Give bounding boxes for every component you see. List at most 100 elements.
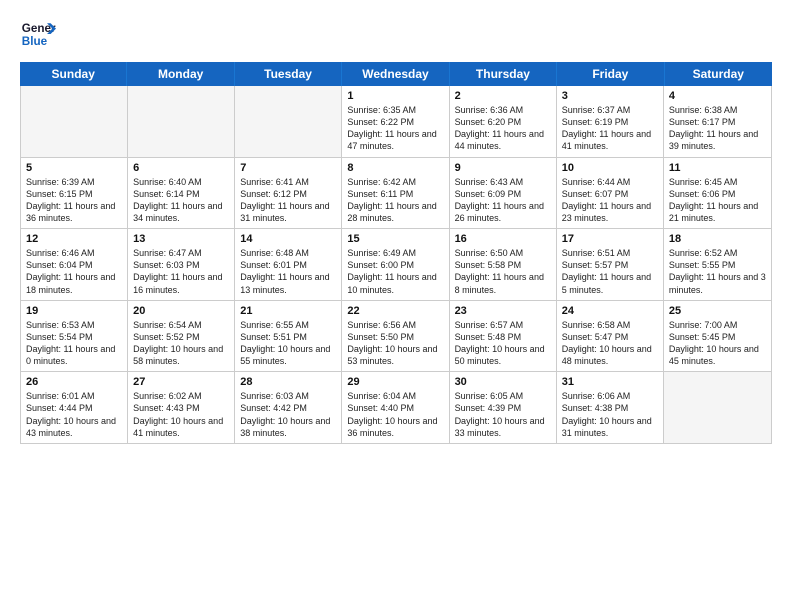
calendar-cell: 24Sunrise: 6:58 AM Sunset: 5:47 PM Dayli… [557, 301, 664, 372]
calendar-cell: 23 Sunrise: 6:57 AM Sunset: 5:48 PM Dayli… [450, 301, 557, 372]
calendar-header: SundayMondayTuesdayWednesdayThursdayFrid… [20, 62, 772, 86]
day-number: 18 [669, 233, 766, 245]
calendar-body: 1Sunrise: 6:35 AM Sunset: 6:22 PM Daylig… [20, 86, 772, 444]
day-number: 10 [562, 162, 658, 174]
page: General Blue SundayMondayTuesdayWednesda… [0, 0, 792, 612]
cell-daylight-text: Sunrise: 6:41 AM Sunset: 6:12 PM Dayligh… [240, 176, 336, 225]
cell-daylight-text: Sunrise: 6:57 AM Sunset: 5:48 PM Dayligh… [455, 319, 551, 368]
calendar-cell: 10 Sunrise: 6:44 AM Sunset: 6:07 PM Dayli… [557, 158, 664, 229]
calendar-cell: 7 Sunrise: 6:41 AM Sunset: 6:12 PM Daylig… [235, 158, 342, 229]
weekday-header: Wednesday [342, 62, 449, 86]
calendar-cell: 13 Sunrise: 6:47 AM Sunset: 6:03 PM Dayli… [128, 229, 235, 300]
cell-daylight-text: Sunrise: 6:37 AM Sunset: 6:19 PM Dayligh… [562, 104, 658, 153]
cell-daylight-text: Sunrise: 6:38 AM Sunset: 6:17 PM Dayligh… [669, 104, 766, 153]
cell-daylight-text: Sunrise: 6:53 AM Sunset: 5:54 PM Dayligh… [26, 319, 122, 368]
day-number: 13 [133, 233, 229, 245]
day-number: 5 [26, 162, 122, 174]
calendar-cell: 26Sunrise: 6:01 AM Sunset: 4:44 PM Dayli… [21, 372, 128, 443]
day-number: 3 [562, 90, 658, 102]
calendar-cell: 29 Sunrise: 6:04 AM Sunset: 4:40 PM Dayli… [342, 372, 449, 443]
calendar-cell [664, 372, 771, 443]
day-number: 19 [26, 305, 122, 317]
calendar: SundayMondayTuesdayWednesdayThursdayFrid… [20, 62, 772, 602]
calendar-cell: 2 Sunrise: 6:36 AM Sunset: 6:20 PM Daylig… [450, 86, 557, 157]
day-number: 25 [669, 305, 766, 317]
calendar-cell [128, 86, 235, 157]
weekday-header: Monday [127, 62, 234, 86]
cell-daylight-text: Sunrise: 6:04 AM Sunset: 4:40 PM Dayligh… [347, 390, 443, 439]
cell-daylight-text: Sunrise: 6:52 AM Sunset: 5:55 PM Dayligh… [669, 247, 766, 296]
day-number: 29 [347, 376, 443, 388]
calendar-cell: 15 Sunrise: 6:49 AM Sunset: 6:00 PM Dayli… [342, 229, 449, 300]
calendar-cell: 25 Sunrise: 7:00 AM Sunset: 5:45 PM Dayli… [664, 301, 771, 372]
calendar-cell [235, 86, 342, 157]
calendar-cell: 12 Sunrise: 6:46 AM Sunset: 6:04 PM Dayli… [21, 229, 128, 300]
day-number: 27 [133, 376, 229, 388]
day-number: 17 [562, 233, 658, 245]
calendar-cell: 4Sunrise: 6:38 AM Sunset: 6:17 PM Daylig… [664, 86, 771, 157]
cell-daylight-text: Sunrise: 6:36 AM Sunset: 6:20 PM Dayligh… [455, 104, 551, 153]
calendar-cell: 20 Sunrise: 6:54 AM Sunset: 5:52 PM Dayli… [128, 301, 235, 372]
day-number: 14 [240, 233, 336, 245]
calendar-cell: 21Sunrise: 6:55 AM Sunset: 5:51 PM Dayli… [235, 301, 342, 372]
cell-daylight-text: Sunrise: 6:55 AM Sunset: 5:51 PM Dayligh… [240, 319, 336, 368]
cell-daylight-text: Sunrise: 6:49 AM Sunset: 6:00 PM Dayligh… [347, 247, 443, 296]
cell-daylight-text: Sunrise: 6:46 AM Sunset: 6:04 PM Dayligh… [26, 247, 122, 296]
day-number: 1 [347, 90, 443, 102]
cell-daylight-text: Sunrise: 6:02 AM Sunset: 4:43 PM Dayligh… [133, 390, 229, 439]
cell-daylight-text: Sunrise: 6:05 AM Sunset: 4:39 PM Dayligh… [455, 390, 551, 439]
cell-daylight-text: Sunrise: 6:42 AM Sunset: 6:11 PM Dayligh… [347, 176, 443, 225]
header: General Blue [20, 16, 772, 52]
day-number: 30 [455, 376, 551, 388]
calendar-cell: 31 Sunrise: 6:06 AM Sunset: 4:38 PM Dayli… [557, 372, 664, 443]
calendar-cell: 19 Sunrise: 6:53 AM Sunset: 5:54 PM Dayli… [21, 301, 128, 372]
weekday-header: Tuesday [235, 62, 342, 86]
day-number: 2 [455, 90, 551, 102]
calendar-cell: 6Sunrise: 6:40 AM Sunset: 6:14 PM Daylig… [128, 158, 235, 229]
calendar-cell [21, 86, 128, 157]
calendar-week-row: 12 Sunrise: 6:46 AM Sunset: 6:04 PM Dayli… [21, 229, 771, 301]
calendar-week-row: 5 Sunrise: 6:39 AM Sunset: 6:15 PM Daylig… [21, 158, 771, 230]
calendar-cell: 5 Sunrise: 6:39 AM Sunset: 6:15 PM Daylig… [21, 158, 128, 229]
cell-daylight-text: Sunrise: 6:45 AM Sunset: 6:06 PM Dayligh… [669, 176, 766, 225]
cell-daylight-text: Sunrise: 6:03 AM Sunset: 4:42 PM Dayligh… [240, 390, 336, 439]
day-number: 31 [562, 376, 658, 388]
day-number: 26 [26, 376, 122, 388]
calendar-week-row: 1Sunrise: 6:35 AM Sunset: 6:22 PM Daylig… [21, 86, 771, 158]
day-number: 12 [26, 233, 122, 245]
day-number: 23 [455, 305, 551, 317]
calendar-cell: 8 Sunrise: 6:42 AM Sunset: 6:11 PM Daylig… [342, 158, 449, 229]
calendar-cell: 22Sunrise: 6:56 AM Sunset: 5:50 PM Dayli… [342, 301, 449, 372]
day-number: 20 [133, 305, 229, 317]
calendar-cell: 3 Sunrise: 6:37 AM Sunset: 6:19 PM Daylig… [557, 86, 664, 157]
cell-daylight-text: Sunrise: 6:47 AM Sunset: 6:03 PM Dayligh… [133, 247, 229, 296]
cell-daylight-text: Sunrise: 6:50 AM Sunset: 5:58 PM Dayligh… [455, 247, 551, 296]
calendar-cell: 11Sunrise: 6:45 AM Sunset: 6:06 PM Dayli… [664, 158, 771, 229]
weekday-header: Friday [557, 62, 664, 86]
calendar-cell: 27 Sunrise: 6:02 AM Sunset: 4:43 PM Dayli… [128, 372, 235, 443]
calendar-week-row: 19 Sunrise: 6:53 AM Sunset: 5:54 PM Dayli… [21, 301, 771, 373]
day-number: 24 [562, 305, 658, 317]
calendar-cell: 9Sunrise: 6:43 AM Sunset: 6:09 PM Daylig… [450, 158, 557, 229]
cell-daylight-text: Sunrise: 7:00 AM Sunset: 5:45 PM Dayligh… [669, 319, 766, 368]
day-number: 8 [347, 162, 443, 174]
cell-daylight-text: Sunrise: 6:06 AM Sunset: 4:38 PM Dayligh… [562, 390, 658, 439]
day-number: 22 [347, 305, 443, 317]
day-number: 15 [347, 233, 443, 245]
calendar-week-row: 26Sunrise: 6:01 AM Sunset: 4:44 PM Dayli… [21, 372, 771, 443]
weekday-header: Sunday [20, 62, 127, 86]
svg-text:Blue: Blue [22, 35, 48, 48]
day-number: 16 [455, 233, 551, 245]
cell-daylight-text: Sunrise: 6:44 AM Sunset: 6:07 PM Dayligh… [562, 176, 658, 225]
weekday-header: Saturday [665, 62, 772, 86]
calendar-cell: 28Sunrise: 6:03 AM Sunset: 4:42 PM Dayli… [235, 372, 342, 443]
calendar-cell: 14 Sunrise: 6:48 AM Sunset: 6:01 PM Dayli… [235, 229, 342, 300]
calendar-cell: 17Sunrise: 6:51 AM Sunset: 5:57 PM Dayli… [557, 229, 664, 300]
calendar-cell: 16 Sunrise: 6:50 AM Sunset: 5:58 PM Dayli… [450, 229, 557, 300]
cell-daylight-text: Sunrise: 6:48 AM Sunset: 6:01 PM Dayligh… [240, 247, 336, 296]
cell-daylight-text: Sunrise: 6:43 AM Sunset: 6:09 PM Dayligh… [455, 176, 551, 225]
cell-daylight-text: Sunrise: 6:54 AM Sunset: 5:52 PM Dayligh… [133, 319, 229, 368]
day-number: 7 [240, 162, 336, 174]
cell-daylight-text: Sunrise: 6:39 AM Sunset: 6:15 PM Dayligh… [26, 176, 122, 225]
calendar-cell: 1Sunrise: 6:35 AM Sunset: 6:22 PM Daylig… [342, 86, 449, 157]
